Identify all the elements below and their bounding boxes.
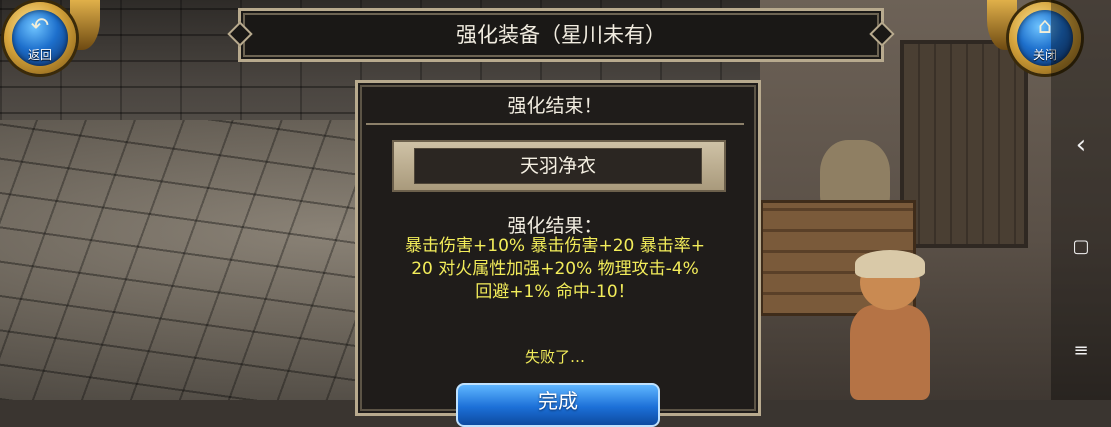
result-label: 强化结果：: [507, 215, 603, 237]
back-arrow-icon: ↶: [30, 14, 50, 39]
android-nav-bar: ‹ ▢ ≡: [1051, 0, 1111, 400]
done-button[interactable]: 完成: [456, 383, 660, 427]
nav-home-icon[interactable]: ▢: [1051, 236, 1111, 257]
nav-menu-icon[interactable]: ≡: [1051, 340, 1111, 361]
player-character: [835, 250, 945, 400]
character-cap: [855, 250, 925, 278]
result-stats: 暴击伤害+10% 暴击伤害+20 暴击率+ 20 对火属性加强+20% 物理攻击…: [366, 235, 744, 304]
dialog-title: 强化结束！: [366, 89, 744, 125]
back-button[interactable]: ↶ 返回: [0, 0, 100, 84]
result-line: 20 对火属性加强+20% 物理攻击-4%: [411, 259, 699, 279]
item-name-frame: 天羽净衣: [392, 140, 726, 192]
enhance-result-dialog: 强化结束！ 天羽净衣 强化结果： 暴击伤害+10% 暴击伤害+20 暴击率+ 2…: [355, 80, 761, 427]
nav-back-icon[interactable]: ‹: [1051, 130, 1111, 160]
status-text: 失败了…: [524, 348, 585, 366]
title-banner: 强化装备（星川未有）: [227, 8, 895, 62]
back-button-label: 返回: [27, 48, 52, 62]
page-title: 强化装备（星川未有）: [456, 23, 666, 47]
result-line: 暴击伤害+10% 暴击伤害+20 暴击率+: [405, 236, 705, 256]
item-name: 天羽净衣: [414, 148, 702, 184]
character-body: [850, 305, 930, 400]
result-line: 回避+1% 命中-10！: [475, 282, 635, 302]
